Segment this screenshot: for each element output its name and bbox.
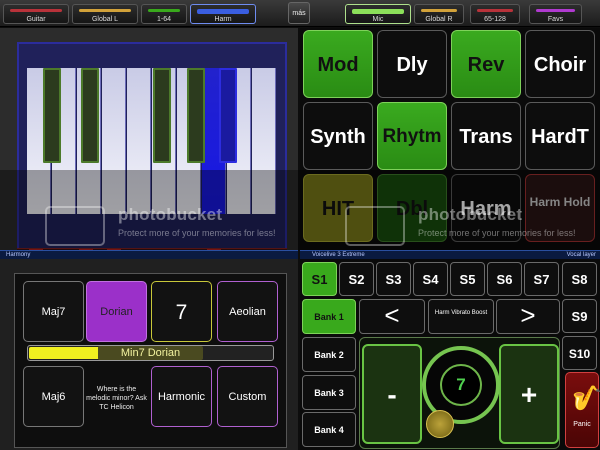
fx-dly-button[interactable]: Dly — [377, 30, 447, 98]
vocal-layer-title: Vocal layer — [566, 252, 596, 258]
black-key[interactable] — [153, 68, 171, 163]
voicelive-title: Voicelive 3 Extreme — [312, 252, 365, 258]
harmony-7-button[interactable]: 7 — [151, 281, 212, 342]
step-s6-button[interactable]: S6 — [487, 262, 522, 296]
white-key[interactable] — [252, 68, 276, 214]
tab-indicator — [536, 9, 575, 12]
fx-rev-button[interactable]: Rev — [451, 30, 521, 98]
harmony-custom-button[interactable]: Custom — [217, 366, 278, 427]
harmony-aeolian-button[interactable]: Aeolian — [217, 281, 278, 342]
harm-vibrato-boost-button[interactable]: Harm Vibrato Boost — [428, 299, 494, 334]
tab-indicator — [477, 9, 513, 12]
fx-hit-button[interactable]: HIT — [303, 174, 373, 242]
fx-harm-hold-button[interactable]: Harm Hold — [525, 174, 595, 242]
step-s9-button[interactable]: S9 — [562, 299, 597, 333]
mas-button[interactable]: más — [288, 2, 310, 24]
harmony-maj6-button[interactable]: Maj6 — [23, 366, 84, 427]
step-s3-button[interactable]: S3 — [376, 262, 411, 296]
tab-indicator — [352, 9, 404, 14]
voicelive-strip: Voicelive 3 Extreme Vocal layer — [300, 250, 600, 259]
tab-global-l[interactable]: Global L — [72, 4, 138, 24]
white-key[interactable] — [102, 68, 126, 214]
harmony-strip: Harmony — [0, 250, 298, 259]
fx-synth-button[interactable]: Synth — [303, 102, 373, 170]
harmony-harmonic-button[interactable]: Harmonic — [151, 366, 212, 427]
step-s5-button[interactable]: S5 — [450, 262, 485, 296]
tab-guitar[interactable]: Guitar — [3, 4, 69, 24]
dial-value: 7 — [440, 364, 482, 406]
step-s1-button[interactable]: S1 — [302, 262, 337, 296]
prev-button[interactable]: < — [359, 299, 425, 334]
tab-global-r[interactable]: Global R — [414, 4, 464, 24]
top-bar: Guitar Global L 1-64 Harm más Mic Global… — [0, 0, 600, 27]
harmony-title: Harmony — [6, 252, 31, 258]
tab-indicator — [421, 9, 457, 12]
keyboard-panel: A — [0, 28, 298, 258]
black-key[interactable] — [81, 68, 99, 163]
harmony-slider[interactable]: Min7 Dorian — [27, 345, 274, 361]
tab-indicator — [10, 9, 62, 12]
tab-favs[interactable]: Favs — [529, 4, 582, 24]
panic-button[interactable]: 🎷 Panic — [565, 372, 600, 448]
bank-4-button[interactable]: Bank 4 — [302, 412, 356, 447]
step-s2-button[interactable]: S2 — [339, 262, 374, 296]
harmony-dorian-button[interactable]: Dorian — [86, 281, 147, 342]
fx-grid: Mod Dly Rev Choir Synth Rhytm Trans Hard… — [300, 28, 600, 250]
tab-mic[interactable]: Mic — [345, 4, 411, 24]
fx-mod-button[interactable]: Mod — [303, 30, 373, 98]
minus-button[interactable]: - — [362, 344, 422, 444]
harmony-maj7-button[interactable]: Maj7 — [23, 281, 84, 342]
dial-knob[interactable] — [426, 410, 454, 438]
saxophone-icon: 🎷 — [572, 385, 600, 412]
tab-65-128[interactable]: 65-128 — [470, 4, 520, 24]
melodic-minor-note: Where is the melodic minor? Ask TC Helic… — [86, 386, 147, 411]
keyboard — [17, 42, 287, 251]
dial-panel: - + 7 — [359, 337, 560, 449]
bank-3-button[interactable]: Bank 3 — [302, 375, 356, 410]
tab-1-64[interactable]: 1-64 — [141, 4, 187, 24]
voicelive-panel: S1 S2 S3 S4 S5 S6 S7 S8 S9 S10 Bank 1 Ba… — [300, 259, 600, 450]
step-s8-button[interactable]: S8 — [562, 262, 597, 296]
fx-choir-button[interactable]: Choir — [525, 30, 595, 98]
bank-2-button[interactable]: Bank 2 — [302, 337, 356, 372]
fx-trans-button[interactable]: Trans — [451, 102, 521, 170]
black-key-active[interactable] — [219, 68, 237, 163]
slider-label: Min7 Dorian — [98, 346, 203, 360]
step-s7-button[interactable]: S7 — [524, 262, 559, 296]
fx-harm-button[interactable]: Harm — [451, 174, 521, 242]
panic-label: Panic — [573, 421, 591, 428]
fx-hardt-button[interactable]: HardT — [525, 102, 595, 170]
tab-indicator — [79, 9, 131, 12]
black-key[interactable] — [187, 68, 205, 163]
fx-rhytm-button[interactable]: Rhytm — [377, 102, 447, 170]
tab-harm[interactable]: Harm — [190, 4, 256, 24]
black-key[interactable] — [43, 68, 61, 163]
tab-indicator — [197, 9, 249, 14]
white-key[interactable] — [127, 68, 151, 214]
plus-button[interactable]: + — [499, 344, 559, 444]
tab-indicator — [148, 9, 180, 12]
bank-1-button[interactable]: Bank 1 — [302, 299, 356, 334]
next-button[interactable]: > — [496, 299, 560, 334]
step-s10-button[interactable]: S10 — [562, 336, 597, 370]
app-screen: Guitar Global L 1-64 Harm más Mic Global… — [0, 0, 600, 450]
fx-dbl-button[interactable]: Dbl — [377, 174, 447, 242]
step-s4-button[interactable]: S4 — [413, 262, 448, 296]
